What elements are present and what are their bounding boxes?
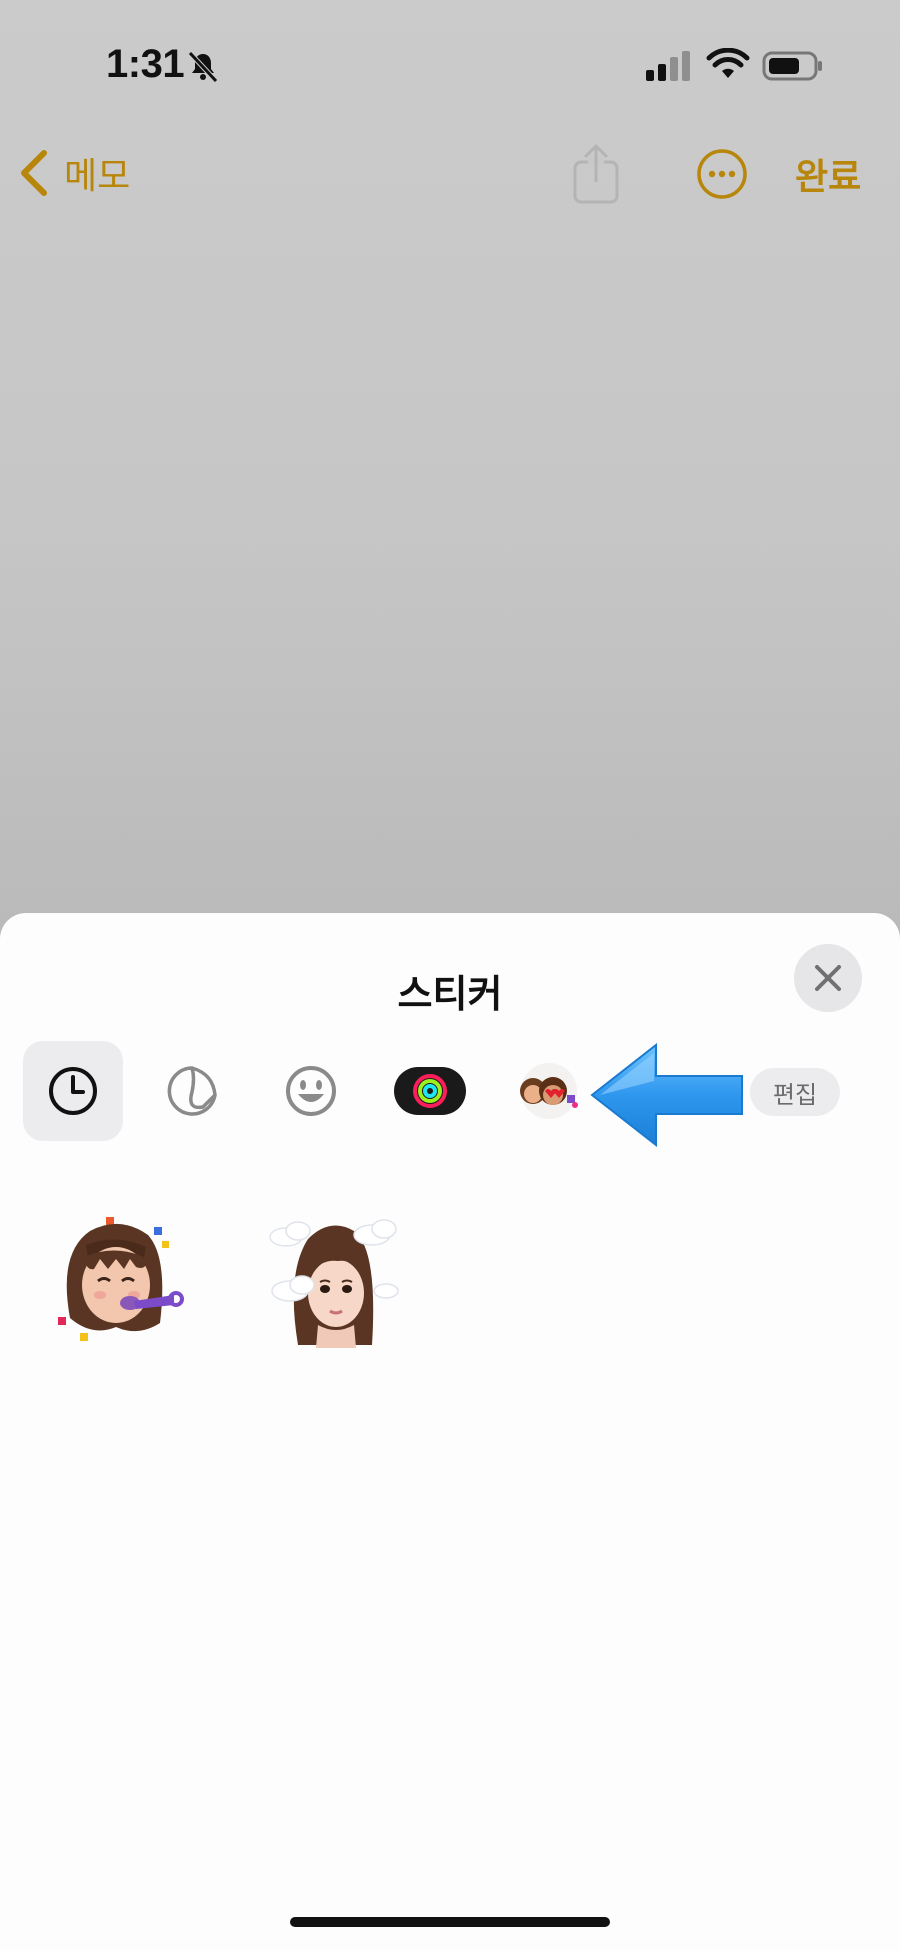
battery-icon: [762, 51, 822, 81]
done-button[interactable]: 완료: [795, 148, 861, 200]
sticker-sheet: 스티커 편집: [0, 913, 900, 1951]
category-emoji[interactable]: [261, 1041, 361, 1141]
cellular-signal-icon: [646, 51, 690, 81]
category-activity[interactable]: [380, 1041, 480, 1141]
edit-button[interactable]: 편집: [750, 1068, 840, 1116]
memoji-clouds-sticker[interactable]: [268, 1213, 403, 1348]
home-indicator[interactable]: [290, 1917, 610, 1927]
category-my-stickers[interactable]: [142, 1041, 242, 1141]
sticker-peel-icon: [167, 1066, 217, 1116]
close-icon: [815, 965, 841, 991]
chevron-left-icon: [21, 150, 47, 196]
back-button[interactable]: 메모: [18, 148, 130, 198]
memoji-icon: [520, 1063, 578, 1119]
sheet-title: 스티커: [397, 974, 503, 1016]
status-time: 1:31: [106, 42, 185, 86]
wifi-icon: [706, 48, 750, 78]
share-icon[interactable]: [572, 142, 620, 204]
smiley-icon: [286, 1066, 336, 1116]
notes-backdrop: [0, 0, 900, 960]
back-label: 메모: [64, 155, 131, 196]
activity-rings-icon: [394, 1067, 466, 1115]
clock-icon: [49, 1067, 97, 1115]
memoji-party-horn-sticker[interactable]: [50, 1213, 185, 1348]
close-button[interactable]: [794, 944, 862, 1012]
category-memoji[interactable]: [499, 1041, 599, 1141]
annotation-arrow-icon: [590, 1043, 743, 1147]
category-recent[interactable]: [23, 1041, 123, 1141]
more-icon[interactable]: [696, 148, 748, 200]
bell-slash-icon: [188, 51, 218, 83]
